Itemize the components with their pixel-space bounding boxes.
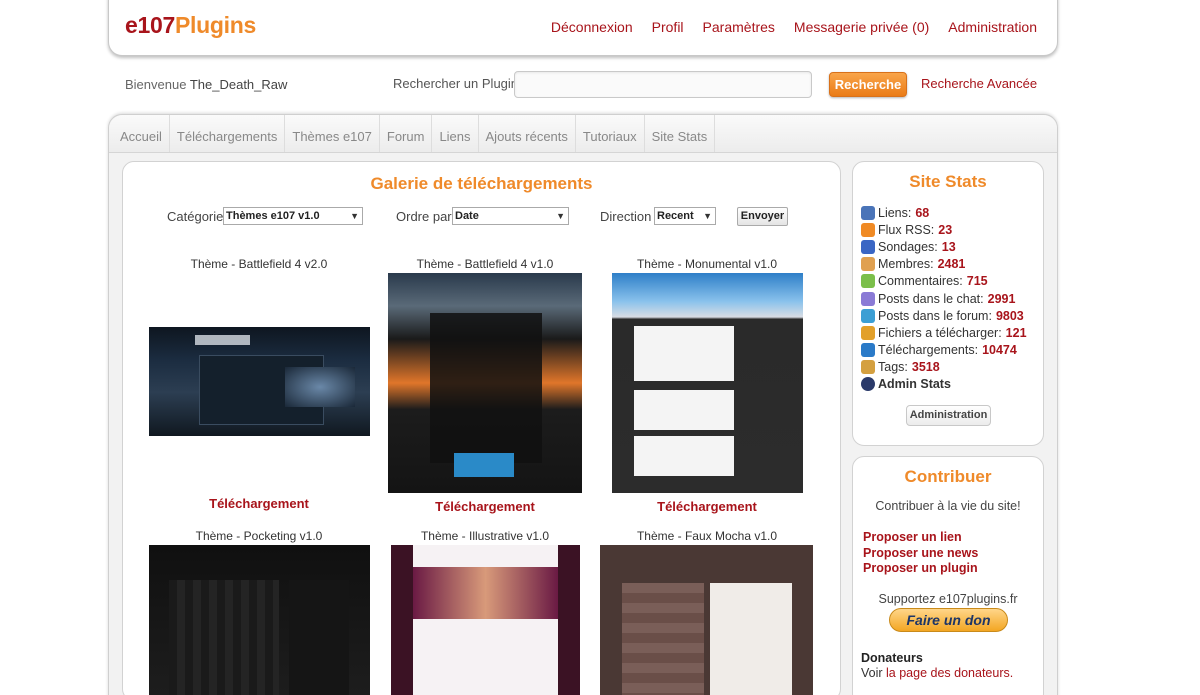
theme-name: Thème - Pocketing v1.0 [195, 529, 323, 543]
contribuer-links: Proposer un lien Proposer une news Propo… [863, 530, 978, 577]
download-link[interactable]: Téléchargement [370, 499, 600, 514]
contribuer-subtitle: Contribuer à la vie du site! [875, 499, 1021, 513]
order-label: Ordre par [396, 209, 452, 224]
stat-row: Téléchargements: 10474 [861, 342, 1027, 359]
stats-list: Liens: 68 Flux RSS: 23 Sondages: 13 Membres… [861, 204, 1027, 393]
contribuer-box: Contribuer Contribuer à la vie du site! … [852, 456, 1044, 695]
category-label: Catégorie [167, 209, 224, 224]
comments-icon [861, 274, 875, 289]
stat-row: Liens: 68 [861, 204, 1027, 221]
search-button[interactable]: Recherche [829, 72, 907, 97]
donateurs-title: Donateurs [861, 651, 923, 665]
site-stats-title: Site Stats [909, 172, 987, 191]
theme-name: Thème - Faux Mocha v1.0 [636, 529, 778, 543]
links-icon [861, 205, 875, 220]
stat-row: Posts dans le forum: 9803 [861, 307, 1027, 324]
site-stats-box: Site Stats Liens: 68 Flux RSS: 23 Sondages… [852, 161, 1044, 446]
donateurs-page-link[interactable]: la page des donateurs [886, 666, 1010, 680]
chat-icon [861, 291, 875, 306]
theme-thumbnail[interactable] [391, 545, 580, 695]
stat-row: Commentaires: 715 [861, 273, 1027, 290]
contribuer-title: Contribuer [904, 467, 992, 486]
gallery-title: Galerie de téléchargements [370, 174, 593, 193]
administration-link[interactable]: Administration [948, 19, 1037, 35]
download-link[interactable]: Téléchargement [592, 499, 822, 514]
theme-name: Thème - Monumental v1.0 [636, 257, 778, 271]
theme-thumbnail[interactable] [612, 273, 803, 493]
search-input[interactable] [514, 71, 812, 98]
direction-label: Direction [600, 209, 652, 224]
site-logo[interactable]: e107Plugins [125, 12, 256, 39]
top-nav: Déconnexion Profil Paramètres Messagerie… [551, 19, 1037, 35]
rss-icon [861, 222, 875, 237]
logout-link[interactable]: Déconnexion [551, 19, 633, 35]
stat-row: Fichiers a télécharger: 121 [861, 324, 1027, 341]
chevron-down-icon: ▼ [350, 211, 359, 221]
menu-item-accueil[interactable]: Accueil [113, 115, 170, 152]
theme-thumbnail[interactable] [149, 545, 370, 695]
menu-item-liens[interactable]: Liens [432, 115, 479, 152]
chevron-down-icon: ▼ [703, 211, 712, 221]
advanced-search-link[interactable]: Recherche Avancée [921, 76, 1037, 91]
theme-thumbnail[interactable] [149, 327, 370, 436]
search-label: Rechercher un Plugin: [393, 76, 522, 91]
administration-button[interactable]: Administration [906, 405, 991, 426]
menu-item-telechargements[interactable]: Téléchargements [170, 115, 286, 152]
stat-row: Posts dans le chat: 2991 [861, 290, 1027, 307]
members-icon [861, 257, 875, 272]
download-icon [861, 343, 875, 358]
menu-item-tutoriaux[interactable]: Tutoriaux [576, 115, 645, 152]
order-select[interactable]: Date ▼ [452, 207, 569, 225]
settings-link[interactable]: Paramètres [703, 19, 775, 35]
stat-row: Tags: 3518 [861, 359, 1027, 376]
username: The_Death_Raw [189, 77, 288, 92]
support-text: Supportez e107plugins.fr [878, 592, 1018, 606]
profile-link[interactable]: Profil [652, 19, 684, 35]
menu-item-ajouts-recents[interactable]: Ajouts récents [479, 115, 576, 152]
chevron-down-icon: ▼ [556, 211, 565, 221]
menu-item-site-stats[interactable]: Site Stats [645, 115, 716, 152]
propose-news-link[interactable]: Proposer une news [863, 546, 978, 562]
private-messages-link[interactable]: Messagerie privée (0) [794, 19, 929, 35]
stat-row: Sondages: 13 [861, 238, 1027, 255]
donateurs-text: Voir la page des donateurs. [861, 666, 1014, 680]
poll-icon [861, 239, 875, 254]
tags-icon [861, 360, 875, 375]
theme-thumbnail[interactable] [600, 545, 813, 695]
category-select[interactable]: Thèmes e107 v1.0 ▼ [223, 207, 363, 225]
stat-row: Membres: 2481 [861, 256, 1027, 273]
menu-item-themes[interactable]: Thèmes e107 [285, 115, 380, 152]
welcome-text: Bienvenue The_Death_Raw [125, 77, 288, 92]
theme-thumbnail[interactable] [388, 273, 582, 493]
top-header: e107Plugins Déconnexion Profil Paramètre… [108, 0, 1058, 56]
send-button[interactable]: Envoyer [737, 207, 788, 226]
propose-link-link[interactable]: Proposer un lien [863, 530, 978, 546]
download-gallery: Galerie de téléchargements Catégorie Thè… [122, 161, 841, 695]
menu-item-forum[interactable]: Forum [380, 115, 433, 152]
files-icon [861, 325, 875, 340]
main-menu: Accueil Téléchargements Thèmes e107 Foru… [109, 115, 1057, 153]
download-link[interactable]: Téléchargement [144, 496, 374, 511]
theme-name: Thème - Battlefield 4 v1.0 [416, 257, 554, 271]
theme-name: Thème - Illustrative v1.0 [420, 529, 550, 543]
admin-user-icon [861, 377, 875, 392]
donate-button[interactable]: Faire un don [889, 608, 1008, 632]
propose-plugin-link[interactable]: Proposer un plugin [863, 561, 978, 577]
admin-stats-row: Admin Stats [861, 376, 1027, 393]
forum-icon [861, 308, 875, 323]
theme-name: Thème - Battlefield 4 v2.0 [190, 257, 328, 271]
stat-row: Flux RSS: 23 [861, 221, 1027, 238]
direction-select[interactable]: Recent ▼ [654, 207, 716, 225]
